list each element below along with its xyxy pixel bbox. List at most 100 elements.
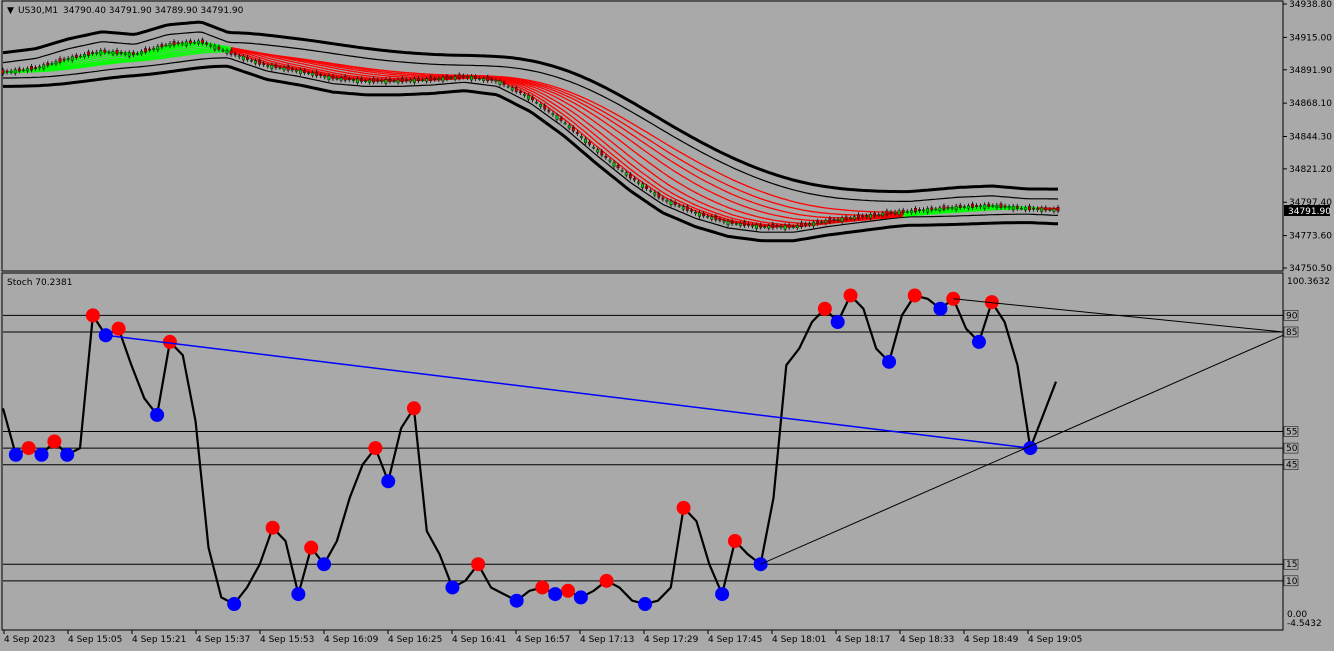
ma-ribbon-segment — [182, 51, 187, 54]
candle-body — [979, 205, 983, 208]
ma-ribbon-segment — [752, 194, 757, 198]
candle-body — [661, 197, 665, 200]
candle — [580, 134, 583, 140]
ma-ribbon-segment — [752, 187, 757, 191]
ma-ribbon-segment — [296, 57, 301, 60]
ma-ribbon-segment — [328, 71, 334, 74]
time-tick-label: 4 Sep 18:49 — [964, 635, 1019, 645]
ma-ribbon-segment — [711, 213, 717, 217]
symbol-dropdown-icon[interactable]: ▼ — [7, 6, 14, 16]
ma-ribbon-segment — [654, 149, 660, 154]
ma-ribbon-segment — [703, 187, 708, 191]
ma-ribbon-segment — [222, 45, 228, 48]
candle-body — [184, 41, 188, 46]
ma-ribbon-segment — [361, 67, 366, 69]
trading-chart[interactable]: ▼ US30,M1 34790.40 34791.90 34789.90 347… — [0, 0, 1334, 651]
ma-ribbon-segment — [581, 102, 586, 107]
ma-ribbon-segment — [686, 187, 692, 191]
ma-ribbon-segment — [654, 142, 660, 147]
ma-ribbon-segment — [186, 53, 191, 56]
ma-ribbon-segment — [805, 214, 810, 217]
candle — [1044, 205, 1048, 213]
ma-ribbon-segment — [271, 62, 277, 66]
candle-body — [5, 70, 9, 73]
candle-body — [848, 217, 852, 220]
candle — [404, 77, 408, 84]
ma-ribbon-segment — [361, 72, 366, 75]
ma-ribbon-segment — [76, 61, 81, 64]
candle-body — [441, 77, 445, 82]
ma-ribbon-segment — [629, 127, 635, 132]
time-tick-label: 4 Sep 2023 — [4, 635, 55, 645]
ma-ribbon-segment — [809, 215, 814, 218]
ma-ribbon-segment — [629, 139, 635, 144]
candle — [795, 223, 799, 231]
ma-ribbon-segment — [687, 195, 692, 199]
ma-ribbon-segment — [634, 159, 639, 164]
ma-ribbon-segment — [283, 63, 289, 67]
ma-ribbon-segment — [609, 132, 615, 137]
ma-ribbon-segment — [340, 66, 346, 69]
ma-ribbon-segment — [711, 199, 717, 203]
price-tick-label: 34844.30 — [1289, 132, 1332, 142]
ma-ribbon-segment — [605, 122, 611, 127]
candle-body — [918, 209, 921, 211]
peak-marker — [727, 534, 742, 549]
candle-body — [213, 45, 217, 50]
candle-body — [641, 183, 644, 188]
ma-ribbon-segment — [666, 157, 672, 162]
ma-ribbon-segment — [576, 120, 582, 125]
ma-ribbon-segment — [609, 152, 615, 157]
stoch-panel[interactable] — [1, 272, 1284, 631]
ma-ribbon-segment — [548, 86, 554, 89]
candle-body — [266, 64, 270, 67]
ma-ribbon-segment — [520, 85, 525, 89]
ma-ribbon-segment — [699, 177, 704, 181]
ma-ribbon-segment — [634, 124, 639, 128]
ma-ribbon-segment — [564, 106, 570, 111]
candle-body — [535, 101, 539, 104]
trough-marker — [150, 407, 165, 422]
ma-ribbon-segment — [568, 93, 574, 97]
candle-body — [445, 76, 449, 80]
ma-ribbon-segment — [524, 89, 529, 93]
ma-ribbon-segment — [112, 60, 118, 63]
stoch-level-label: 15 — [1286, 560, 1297, 570]
ma-ribbon-segment — [723, 175, 729, 179]
candle-body — [429, 76, 433, 81]
candle-body — [942, 205, 946, 210]
ma-ribbon-segment — [556, 93, 562, 97]
ma-ribbon-segment — [715, 201, 721, 205]
ma-ribbon-segment — [581, 99, 586, 103]
ma-ribbon-segment — [63, 63, 69, 67]
ma-ribbon-segment — [532, 93, 537, 98]
candle-body — [1056, 207, 1060, 212]
ma-ribbon-segment — [691, 189, 696, 194]
ma-ribbon-segment — [532, 88, 537, 92]
candle-body — [738, 222, 742, 226]
ma-ribbon-segment — [731, 193, 737, 197]
ma-ribbon-segment — [349, 68, 354, 71]
candle-body — [702, 213, 706, 217]
ma-ribbon-segment — [80, 58, 85, 61]
ma-ribbon-segment — [194, 45, 199, 48]
ma-ribbon-segment — [324, 65, 330, 68]
ma-ribbon-segment — [756, 220, 761, 223]
ma-ribbon-segment — [695, 183, 700, 187]
ma-ribbon-segment — [552, 85, 558, 89]
ma-ribbon-segment — [642, 165, 647, 170]
ma-ribbon-segment — [613, 155, 619, 160]
candle-body — [474, 76, 477, 80]
ma-ribbon-segment — [271, 56, 277, 59]
ma-ribbon-segment — [646, 160, 652, 165]
ma-ribbon-segment — [528, 91, 533, 95]
ma-ribbon-segment — [707, 204, 713, 208]
time-tick-label: 4 Sep 17:13 — [580, 635, 634, 645]
ma-ribbon-segment — [764, 199, 769, 202]
ma-ribbon-segment — [707, 181, 713, 186]
ma-ribbon-segment — [345, 71, 350, 74]
ma-ribbon-segment — [609, 119, 615, 124]
ma-ribbon-segment — [654, 174, 660, 179]
candle-body — [657, 193, 661, 198]
candle-body — [718, 218, 722, 221]
